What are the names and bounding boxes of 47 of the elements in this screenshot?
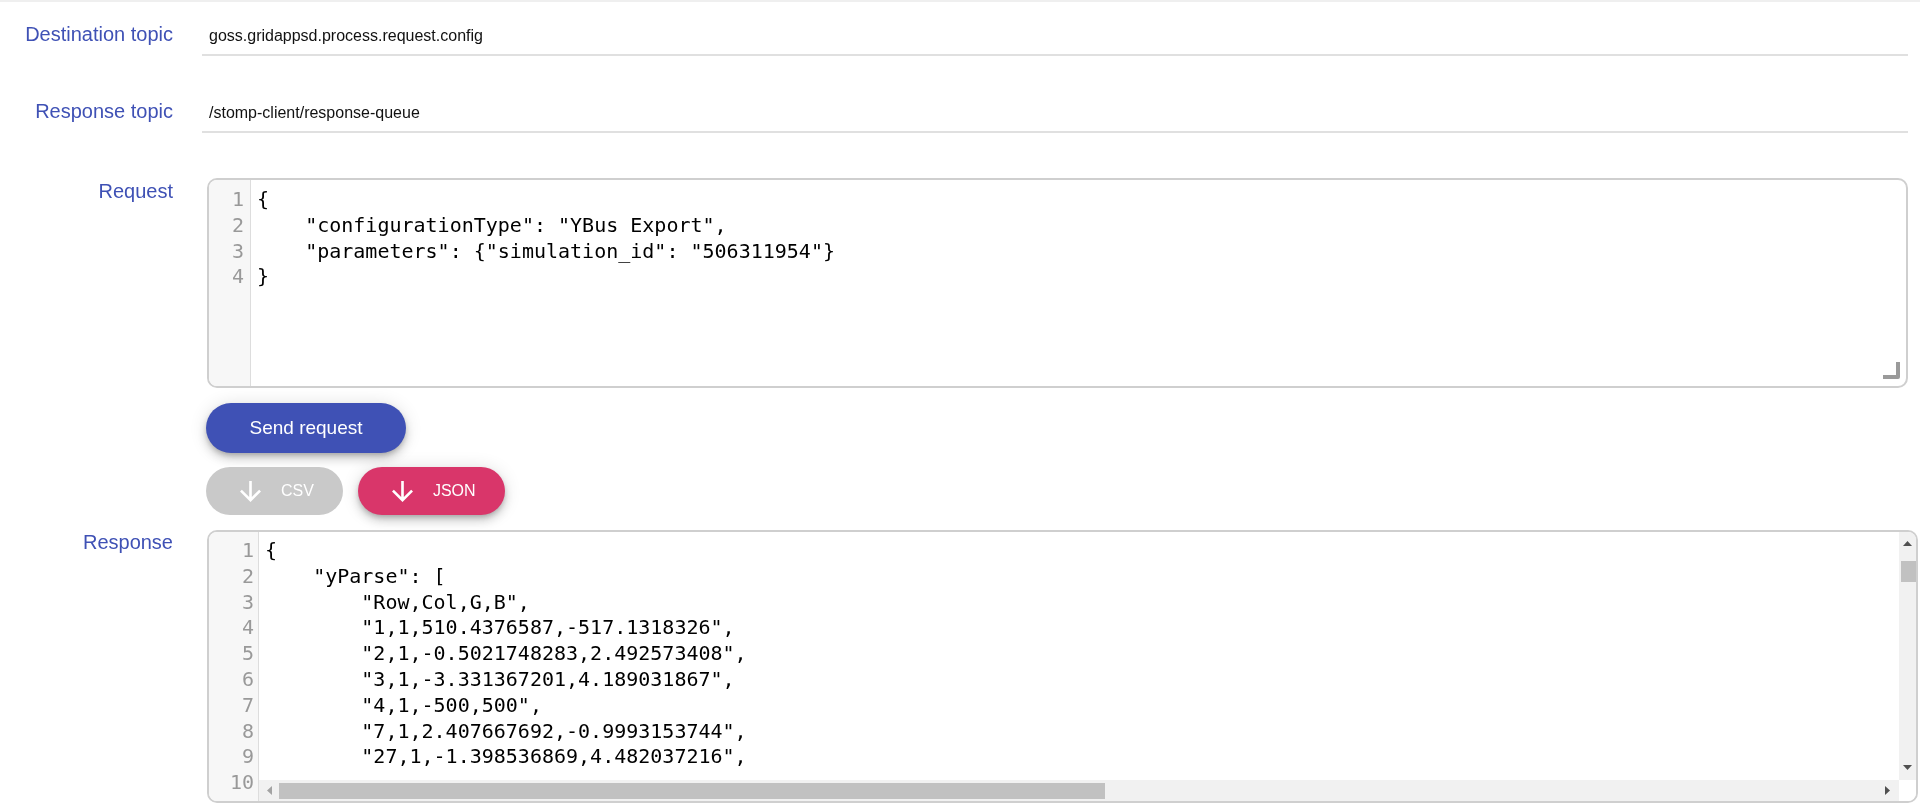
line-number: 3 [241, 589, 254, 616]
code-line: "27,1,-1.398536869,4.482037216", [360, 744, 747, 771]
line-number: 7 [241, 692, 254, 719]
code-line: "3,1,-3.331367201,4.189031867", [360, 667, 735, 693]
scroll-right-arrow-icon[interactable] [1885, 786, 1890, 795]
line-number: 3 [231, 238, 244, 265]
code-line: "2,1,-0.5021748283,2.492573408", [360, 641, 747, 667]
code-line: { [265, 538, 278, 564]
scroll-up-arrow-icon[interactable] [1903, 541, 1912, 546]
code-editor[interactable]: 1 2 3 4 { "configurationType": "YBus Export", "parameters": {"simulation_id": "506311954"} } [207, 178, 1908, 388]
code-line: { [257, 187, 270, 213]
scroll-left-arrow-icon[interactable] [267, 786, 272, 795]
code-line: "yParse": [ [312, 563, 446, 590]
line-number: 10 [229, 770, 254, 796]
arrow-down-icon [391, 480, 413, 502]
line-number: 6 [241, 667, 254, 693]
line-number: 2 [231, 212, 244, 239]
line-number: 4 [231, 264, 244, 291]
download-button[interactable]: JSON [357, 467, 505, 515]
code-line: "1,1,510.4376587,-517.1318326", [360, 615, 735, 642]
line-number: 9 [241, 744, 254, 771]
resize-handle-icon[interactable] [1883, 362, 1900, 379]
code-line: "configurationType": "YBus Export", [304, 212, 727, 239]
line-number: 2 [241, 563, 254, 590]
send-request-button[interactable]: Send request [206, 403, 406, 453]
vertical-scrollbar[interactable] [1899, 532, 1916, 780]
scroll-down-arrow-icon[interactable] [1903, 765, 1912, 770]
horizontal-scrollbar[interactable] [259, 780, 1899, 801]
text-field[interactable]: /stomp-client/response-queue [202, 97, 1908, 133]
code-line: } [257, 264, 270, 291]
code-line: "7,1,2.407667692,-0.9993153744", [360, 718, 747, 745]
code-line: "4,1,-500,500", [360, 692, 542, 719]
line-number: 1 [241, 538, 254, 564]
scrollbar-thumb[interactable] [1901, 561, 1916, 582]
text-field[interactable]: goss.gridappsd.process.request.config [202, 20, 1908, 56]
form-label: Response topic [35, 99, 173, 123]
line-number: 5 [241, 641, 254, 667]
form-label: Request [98, 179, 173, 203]
line-number: 8 [241, 718, 254, 745]
line-number: 4 [241, 615, 254, 642]
code-line: "Row,Col,G,B", [360, 589, 530, 616]
code-line: "parameters": {"simulation_id": "506311954"} [304, 238, 835, 265]
line-number: 1 [231, 187, 244, 213]
scrollbar-thumb[interactable] [279, 782, 1105, 799]
form-label: Response [82, 530, 173, 554]
form-label: Destination topic [25, 22, 173, 46]
arrow-down-icon [240, 480, 261, 502]
